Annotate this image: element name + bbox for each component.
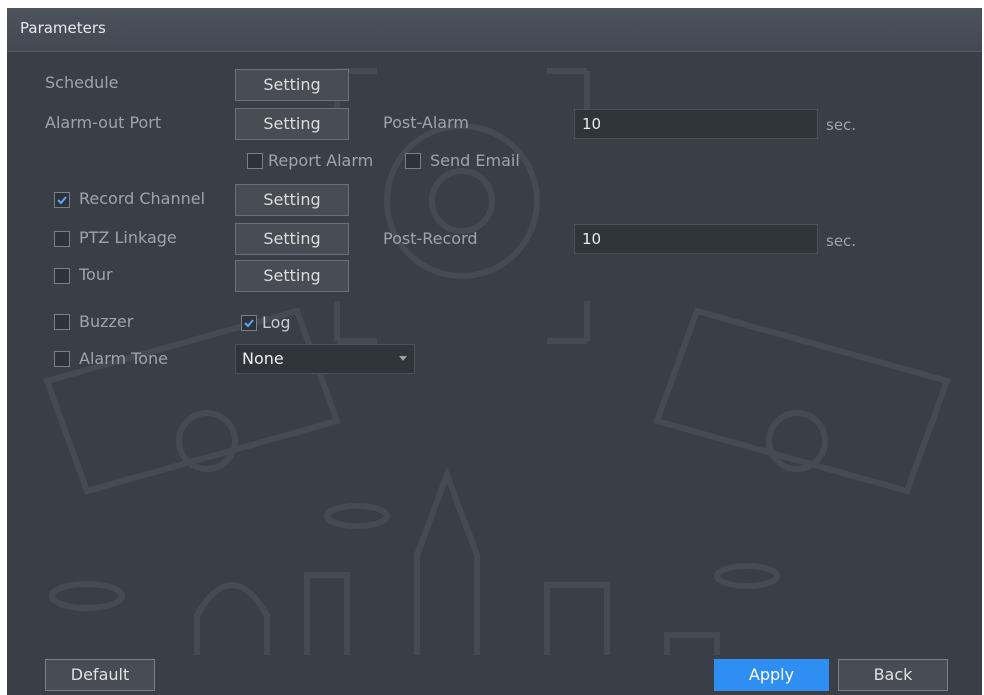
chevron-down-icon xyxy=(399,356,407,361)
tour-label: Tour xyxy=(79,265,113,284)
log-label: Log xyxy=(262,313,291,332)
post-alarm-input[interactable]: 10 xyxy=(574,109,818,139)
back-button[interactable]: Back xyxy=(838,659,948,691)
alarm-tone-value: None xyxy=(242,349,284,368)
alarm-out-setting-button[interactable]: Setting xyxy=(235,108,349,140)
buzzer-checkbox[interactable] xyxy=(54,314,70,330)
alarm-out-port-label: Alarm-out Port xyxy=(45,113,162,132)
schedule-label: Schedule xyxy=(45,73,119,92)
checkmark-icon xyxy=(57,196,67,205)
ptz-linkage-checkbox[interactable] xyxy=(54,231,70,247)
footer-bar: Default Apply Back xyxy=(7,655,982,695)
post-record-unit: sec. xyxy=(826,232,857,250)
record-channel-setting-button[interactable]: Setting xyxy=(235,184,349,216)
tour-checkbox[interactable] xyxy=(54,268,70,284)
alarm-tone-label: Alarm Tone xyxy=(79,349,168,368)
title-bar: Parameters xyxy=(7,8,982,52)
checkmark-icon xyxy=(244,319,254,328)
ptz-linkage-setting-button[interactable]: Setting xyxy=(235,223,349,255)
report-alarm-label: Report Alarm xyxy=(268,151,374,170)
ptz-linkage-label: PTZ Linkage xyxy=(79,228,177,247)
log-checkbox[interactable] xyxy=(241,315,257,331)
alarm-tone-checkbox[interactable] xyxy=(54,351,70,367)
parameters-dialog: Parameters Schedule Setting Alarm-out Po… xyxy=(7,8,982,695)
apply-button[interactable]: Apply xyxy=(714,659,829,691)
alarm-tone-select[interactable]: None xyxy=(235,344,415,374)
report-alarm-checkbox[interactable] xyxy=(247,153,263,169)
schedule-setting-button[interactable]: Setting xyxy=(235,69,349,101)
buzzer-label: Buzzer xyxy=(79,312,134,331)
send-email-checkbox[interactable] xyxy=(405,153,421,169)
send-email-label: Send Email xyxy=(430,151,520,170)
tour-setting-button[interactable]: Setting xyxy=(235,260,349,292)
dialog-title: Parameters xyxy=(20,19,106,37)
post-alarm-unit: sec. xyxy=(826,116,857,134)
post-record-label: Post-Record xyxy=(383,229,478,248)
post-alarm-label: Post-Alarm xyxy=(383,113,469,132)
default-button[interactable]: Default xyxy=(45,659,155,691)
post-record-input[interactable]: 10 xyxy=(574,224,818,254)
record-channel-checkbox[interactable] xyxy=(54,192,70,208)
record-channel-label: Record Channel xyxy=(79,189,206,208)
